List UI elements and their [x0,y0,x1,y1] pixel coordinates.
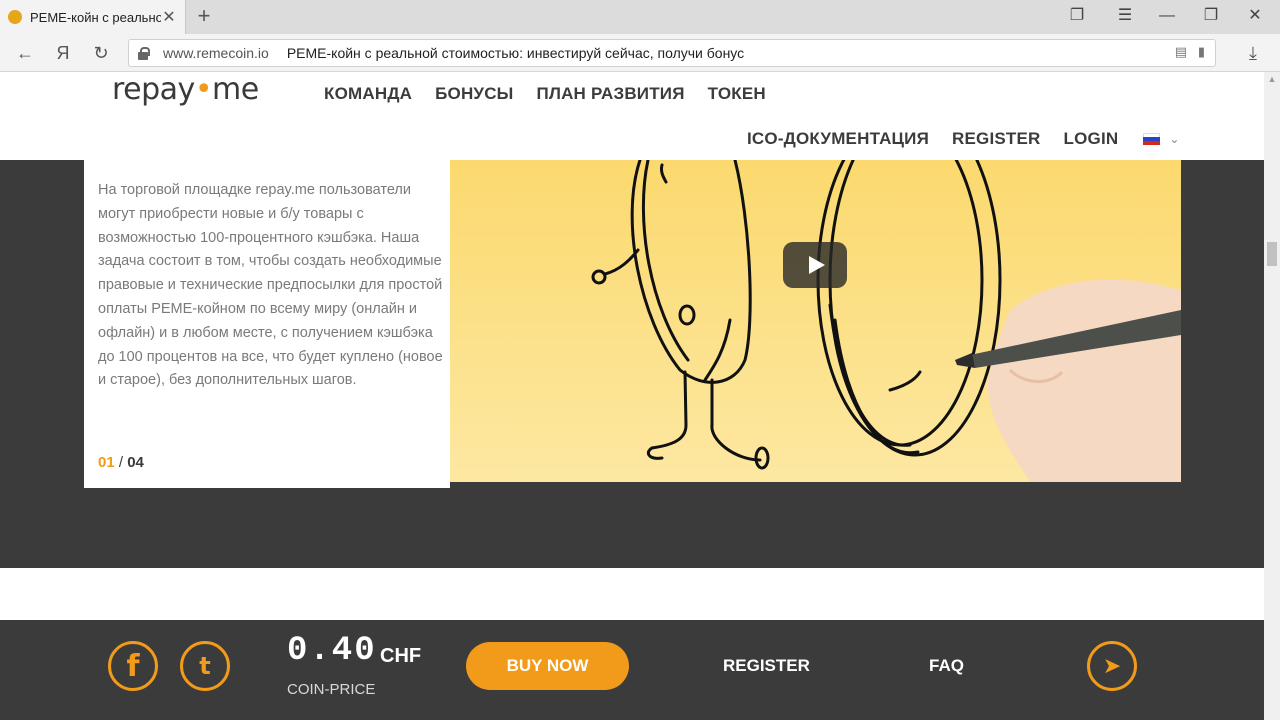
nav-register[interactable]: REGISTER [952,129,1041,149]
restore-icon[interactable]: ❐ [1196,4,1226,28]
reader-bookmark-icons[interactable]: ▤ ▮ [1175,44,1205,60]
lock-icon [137,46,150,60]
bottom-price-bar: f t 0.40 CHF COIN-PRICE BUY NOW REGISTER… [0,620,1264,720]
repay-me-logo[interactable]: repay•me [112,72,259,107]
white-band [0,568,1264,620]
nav-login[interactable]: LOGIN [1064,129,1119,149]
slider-section: На торговой площадке repay.me пользовате… [0,160,1264,568]
scroll-thumb[interactable] [1267,242,1277,266]
russian-flag-icon[interactable] [1143,133,1161,145]
slide-pager: 01 / 04 [98,454,144,471]
secondary-navigation: ICO-ДОКУМЕНТАЦИЯ REGISTER LOGIN ⌄ [747,129,1179,149]
nav-team[interactable]: КОМАНДА [324,84,412,104]
site-favicon-icon [8,10,22,24]
menu-icon[interactable]: ☰ [1110,4,1140,28]
pager-total: 04 [127,454,144,471]
nav-token[interactable]: ТОКЕН [708,84,766,104]
browser-tab[interactable]: РЕМЕ-койн с реальной ✕ [0,0,186,34]
video-player[interactable] [450,160,1181,482]
telegram-icon[interactable]: ➤ [1087,641,1137,691]
nav-bonuses[interactable]: БОНУСЫ [435,84,513,104]
whiteboard-animation-illustration [591,160,1181,482]
footer-register-link[interactable]: REGISTER [723,656,810,676]
back-arrow-icon[interactable]: ← [12,40,38,66]
slide-description: На торговой площадке repay.me пользовате… [98,182,443,389]
tab-close-icon[interactable]: ✕ [161,7,177,27]
browser-tabbar: РЕМЕ-койн с реальной ✕ + ❐ ☰ — ❐ ✕ [0,0,1280,34]
tablo-icon[interactable]: ❐ [1062,4,1092,28]
tab-title: РЕМЕ-койн с реальной [30,9,161,25]
new-tab-button[interactable]: + [192,4,216,28]
coin-price-value: 0.40 [287,632,377,670]
scroll-up-arrow-icon[interactable]: ▲ [1264,74,1280,84]
twitter-icon[interactable]: t [180,641,230,691]
url-field[interactable]: www.remecoin.io РЕМЕ-койн с реальной сто… [128,39,1216,67]
main-navigation: КОМАНДА БОНУСЫ ПЛАН РАЗВИТИЯ ТОКЕН [324,84,766,104]
yandex-icon[interactable]: Я [50,40,76,66]
page-scrollbar[interactable]: ▲ [1264,72,1280,720]
buy-now-button[interactable]: BUY NOW [466,642,629,690]
nav-ico-docs[interactable]: ICO-ДОКУМЕНТАЦИЯ [747,129,929,149]
browser-address-bar: ← Я ↻ www.remecoin.io РЕМЕ-койн с реальн… [0,34,1280,72]
facebook-icon[interactable]: f [108,641,158,691]
pager-separator: / [114,454,128,471]
minimize-icon[interactable]: — [1152,4,1182,28]
url-page-title: РЕМЕ-койн с реальной стоимостью: инвести… [286,45,745,61]
coin-price-currency: CHF [380,645,422,667]
url-domain: www.remecoin.io [163,45,269,61]
coin-price-label: COIN-PRICE [287,681,376,698]
logo-text-right: me [212,72,259,107]
footer-faq-link[interactable]: FAQ [929,656,964,676]
language-chevron-icon[interactable]: ⌄ [1169,132,1179,146]
reload-icon[interactable]: ↻ [88,40,114,66]
play-button[interactable] [783,242,847,288]
site-header: repay•me КОМАНДА БОНУСЫ ПЛАН РАЗВИТИЯ ТО… [0,72,1264,160]
nav-roadmap[interactable]: ПЛАН РАЗВИТИЯ [537,84,685,104]
pager-current: 01 [98,454,115,471]
slide-text-card: На торговой площадке repay.me пользовате… [84,160,450,488]
download-icon[interactable]: ⤓ [1240,40,1266,66]
logo-text-left: repay [112,72,195,107]
close-window-icon[interactable]: ✕ [1240,4,1270,28]
logo-dot: • [194,72,213,107]
